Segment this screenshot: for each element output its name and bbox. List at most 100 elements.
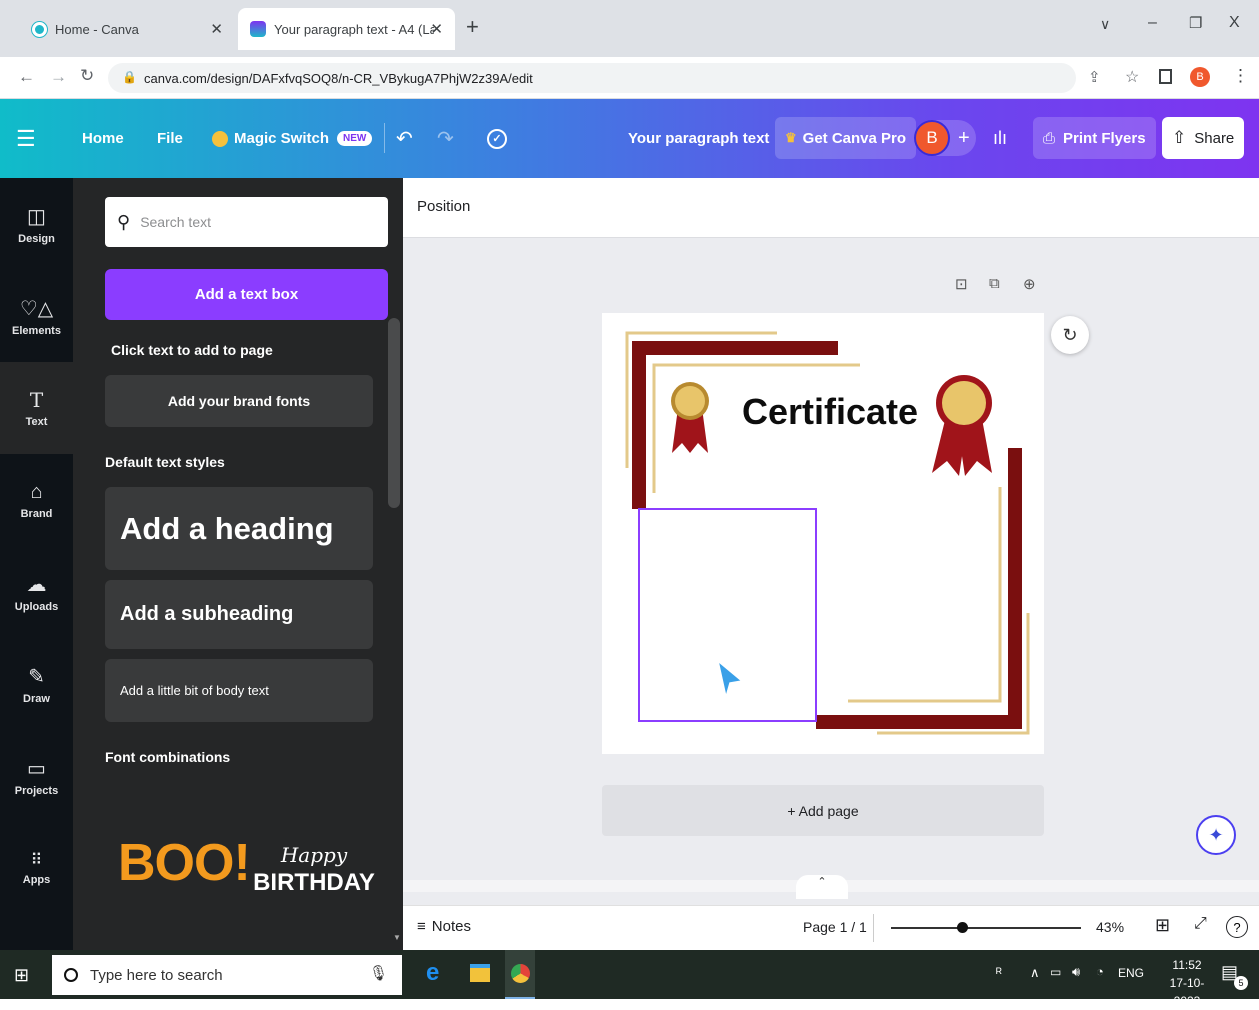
browser-menu-icon[interactable]: ⋮ [1232,66,1249,86]
minimize-button[interactable]: – [1148,14,1157,32]
task-view-icon[interactable]: ⧈ [389,963,400,983]
certificate-title[interactable]: Certificate [742,391,918,433]
apps-icon: ⠿ [30,852,43,869]
zoom-slider-track[interactable] [891,927,1081,929]
lock-icon: 🔒 [122,70,137,84]
insights-chart-icon[interactable]: ılı [993,99,1007,178]
add-text-box-button[interactable]: Add a text box [105,269,388,320]
nav-label: Projects [14,784,59,797]
redo-icon[interactable]: ↷ [437,99,454,178]
battery-icon[interactable]: ▭ [1050,965,1061,979]
canva-favicon-icon [32,21,47,37]
cloud-saved-icon[interactable]: ✓ [487,99,507,178]
collaborators-group[interactable]: B + [914,120,976,156]
nav-label: Uploads [14,600,59,613]
taskbar-search-field[interactable]: Type here to search 🎙 [52,955,402,995]
nav-label: Elements [12,324,61,337]
new-tab-button[interactable]: + [466,14,479,40]
volume-icon[interactable]: 🔊︎ [1072,964,1080,980]
tab-current-design[interactable]: Your paragraph text - A4 (Landsc ✕ [238,8,455,50]
nav-label: Apps [22,874,51,886]
left-nav-rail: ◫ Design ♡△ Elements T Text ⌂ Brand ☁ Up… [0,178,86,950]
canvas-workspace: Position ⊡ ⧉ ⊕ Certificate ↻ + Add page … [403,178,1259,950]
close-tab-icon[interactable]: ✕ [210,20,223,38]
panel-scrollbar-thumb[interactable] [388,318,400,508]
zoom-slider-thumb[interactable] [956,922,968,933]
help-button[interactable]: ? [1226,916,1248,938]
bookmark-star-icon[interactable]: ☆ [1125,67,1139,87]
get-canva-pro-button[interactable]: ♛ Get Canva Pro [775,117,917,159]
clock[interactable]: 11:52 17-10-2023 [1160,956,1214,1010]
restore-button[interactable]: ❐ [1189,14,1202,32]
print-flyers-button[interactable]: ⎙ Print Flyers [1033,117,1156,159]
share-button[interactable]: ⇧ Share [1162,117,1245,159]
nav-elements[interactable]: ♡△ Elements [0,270,73,362]
url-field[interactable]: 🔒 canva.com/design/DAFxfvqSOQ8/n-CR_VByk… [108,63,1076,93]
boo-font-combo[interactable]: BOO! [118,833,251,893]
position-button[interactable]: Position [417,198,470,215]
add-collaborator-button[interactable]: + [958,127,970,150]
tab-title: Your paragraph text - A4 (Landsc [274,21,434,37]
add-body-text-button[interactable]: Add a little bit of body text [105,659,373,722]
home-menu[interactable]: Home [82,99,124,178]
add-page-icon[interactable]: ⊕ [1023,275,1036,293]
tray-chevron-icon[interactable]: ∧ [1030,965,1040,981]
nav-brand[interactable]: ⌂ Brand [0,454,73,546]
hamburger-menu-icon[interactable]: ☰ [16,99,36,178]
undo-icon[interactable]: ↶ [396,99,413,178]
tab-search-chevron-icon[interactable]: ∨ [1100,16,1110,33]
back-arrow-icon[interactable]: ← [18,67,35,87]
chrome-taskbar-button[interactable] [505,950,535,999]
close-window-button[interactable]: X [1229,14,1240,32]
design-page[interactable]: Certificate [602,313,1044,754]
file-menu[interactable]: File [157,99,183,178]
page-indicator[interactable]: Page 1 / 1 [803,919,867,935]
zoom-percentage[interactable]: 43% [1096,919,1124,935]
magic-switch-button[interactable]: Magic Switch NEW [212,99,373,178]
nav-label: Text [25,416,48,428]
nav-uploads[interactable]: ☁ Uploads [0,546,73,638]
add-subheading-button[interactable]: Add a subheading [105,580,373,649]
nav-projects[interactable]: ▭ Projects [0,730,73,822]
expand-pages-chevron-icon[interactable]: ⌃ [796,875,848,899]
notification-badge: 5 [1234,976,1248,990]
add-heading-button[interactable]: Add a heading [105,487,373,570]
side-panel-icon[interactable] [1159,69,1172,84]
nav-design[interactable]: ◫ Design [0,178,73,270]
click-text-label: Click text to add to page [111,342,273,358]
add-page-button[interactable]: + Add page [602,785,1044,836]
close-tab-icon[interactable]: ✕ [430,20,443,38]
windows-start-icon[interactable]: ⊞ [14,965,29,986]
magic-assistant-sparkle-icon[interactable]: ✦ [1196,815,1236,855]
regenerate-icon[interactable]: ↻ [1051,316,1089,354]
people-icon[interactable]: ᴿ [996,965,1002,980]
text-side-panel: ⚲ Search text Add a text box Click text … [73,178,403,950]
wifi-icon[interactable]: ◔ [1096,964,1104,979]
lock-page-icon[interactable]: ⊡ [955,275,968,293]
nav-apps[interactable]: ⠿ Apps [0,822,73,914]
nav-text[interactable]: T Text [0,362,73,454]
duplicate-page-icon[interactable]: ⧉ [989,275,1000,292]
crown-icon: ♛ [785,130,797,145]
edge-browser-icon[interactable]: e [426,959,439,987]
profile-avatar[interactable]: B [1190,67,1210,87]
divider [873,914,874,942]
reload-icon[interactable]: ↻ [80,66,94,86]
forward-arrow-icon[interactable]: → [50,67,67,87]
file-explorer-icon[interactable] [470,964,490,982]
notes-button[interactable]: ≡ Notes [417,918,471,935]
nav-draw[interactable]: ✎ Draw [0,638,73,730]
happy-birthday-font-combo[interactable]: Happy BIRTHDAY [249,843,379,897]
fullscreen-icon[interactable]: ⤢ [1194,915,1207,933]
tab-home-canva[interactable]: Home - Canva ✕ [20,8,235,50]
editor-header: ☰ Home File Magic Switch NEW ↶ ↷ ✓ Your … [0,99,1259,178]
design-title[interactable]: Your paragraph text [628,99,769,178]
editor-footer: ≡ Notes Page 1 / 1 43% ⊞ ⤢ ? [403,905,1259,950]
share-page-icon[interactable]: ⇪ [1088,68,1101,86]
search-text-field[interactable]: ⚲ Search text [105,197,388,247]
add-brand-fonts-button[interactable]: Add your brand fonts [105,375,373,427]
grid-view-icon[interactable]: ⊞ [1155,915,1170,936]
language-indicator[interactable]: ENG [1118,966,1144,980]
scroll-down-icon[interactable]: ▼ [393,933,401,942]
search-icon: ⚲ [117,211,131,232]
